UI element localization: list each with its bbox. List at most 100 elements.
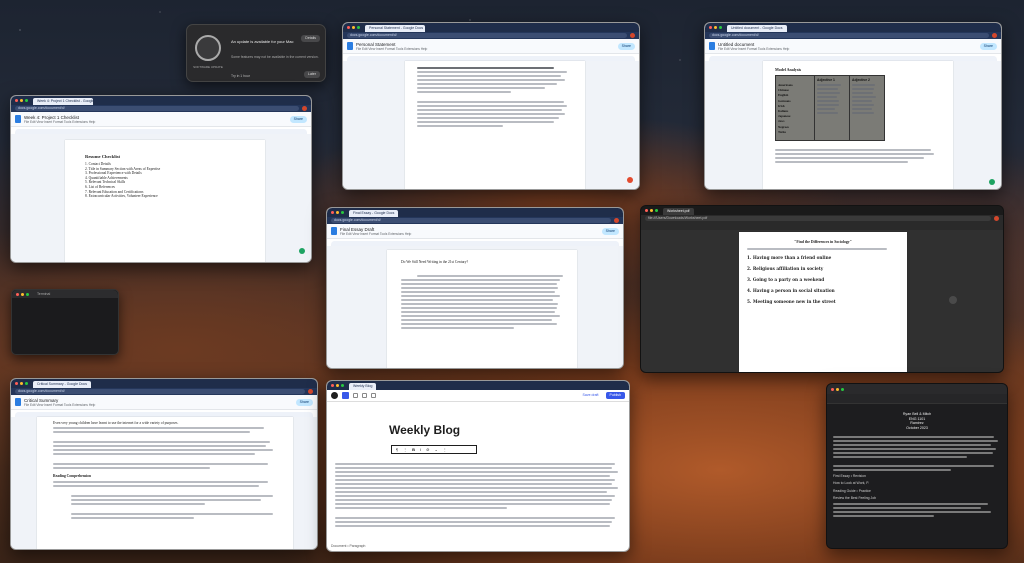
wordpress-logo-icon[interactable] <box>331 392 338 399</box>
docs-logo-icon <box>709 42 715 50</box>
avatar[interactable] <box>308 389 313 394</box>
address-bar[interactable]: file:///Users/Downloads/Worksheet.pdf <box>645 216 991 221</box>
pages-document[interactable]: Ryan Bell & Mitch ENG 1101 Ramirez October … <box>827 404 1007 548</box>
share-button[interactable]: Share <box>601 227 619 235</box>
share-button[interactable]: Share <box>979 42 997 50</box>
editor-header: Save draft Publish <box>327 390 629 402</box>
paragraph-icon[interactable]: ¶ <box>396 447 398 452</box>
browser-tab[interactable]: Worksheet.pdf <box>663 208 694 215</box>
post-title[interactable]: Weekly Blog <box>389 423 460 437</box>
browser-tab[interactable]: Critical Summary - Google Docs <box>33 381 91 388</box>
record-icon[interactable] <box>627 177 633 183</box>
save-draft-button[interactable]: Save draft <box>580 392 602 399</box>
block-toolbar[interactable]: ¶ ⋮ B I ⊘ ⌄ ⋮ <box>391 445 477 454</box>
window-critical-summary[interactable]: Critical Summary - Google Docs docs.goog… <box>10 378 318 550</box>
doc-menu[interactable]: File Edit View Insert Format Tools Exten… <box>718 47 789 51</box>
doc-menu[interactable]: File Edit View Insert Format Tools Exten… <box>356 47 427 51</box>
browser-tab[interactable]: Week 4: Project 1 Checklist - Google Doc… <box>33 98 93 105</box>
window-final-essay[interactable]: Final Essay - Google Docs docs.google.co… <box>326 207 624 369</box>
drag-icon[interactable]: ⋮ <box>403 447 407 452</box>
browser-tab[interactable]: Personal Statement - Google Docs <box>365 25 425 32</box>
avatar[interactable] <box>630 33 635 38</box>
address-bar[interactable]: docs.google.com/document/d/ <box>347 33 627 38</box>
avatar[interactable] <box>302 106 307 111</box>
share-button[interactable]: Share <box>289 115 307 123</box>
table-caption: Model Analysis <box>775 67 802 72</box>
scanned-table-image: Americans Chinese English Germans Irish Itali… <box>775 75 885 141</box>
pdf-heading: "Find the Differences in Sociology" <box>794 240 852 244</box>
browser-tab[interactable]: Final Essay - Google Docs <box>349 210 399 217</box>
update-notification[interactable]: SOFTWARE UPDATE An update is available f… <box>186 24 326 82</box>
pdf-question: 3. Going to a party on a weekend <box>747 277 825 282</box>
italic-icon[interactable]: I <box>420 447 421 452</box>
terminal-title: Terminal <box>37 292 51 296</box>
doc-menu[interactable]: File Edit View Insert Format Tools Exten… <box>340 232 411 236</box>
pencil-icon[interactable] <box>353 393 358 398</box>
app-caption: SOFTWARE UPDATE <box>193 65 223 69</box>
address-bar[interactable]: docs.google.com/document/d/ <box>331 218 611 223</box>
pdf-page[interactable]: "Find the Differences in Sociology" 1. H… <box>739 232 907 372</box>
post-body[interactable] <box>335 461 621 529</box>
undo-icon[interactable] <box>362 393 367 398</box>
details-button[interactable]: Details <box>301 35 320 42</box>
doc-page[interactable] <box>405 61 585 189</box>
pages-header-lines: Ryan Bell & Mitch ENG 1101 Ramirez October … <box>833 412 1001 430</box>
editor-footer: Document • Paragraph <box>331 544 366 548</box>
chat-icon[interactable] <box>989 179 995 185</box>
settings-gear-icon <box>195 35 221 61</box>
chat-icon[interactable] <box>299 248 305 254</box>
doc-page[interactable]: Resume Checklist 1. Contact Details 2. Ti… <box>65 140 265 262</box>
table-row-label: Turks <box>778 129 787 134</box>
summary-intro: Even very young children have learnt to … <box>53 421 179 425</box>
pages-toolbar[interactable] <box>827 394 1007 404</box>
next-page-icon[interactable] <box>949 296 957 304</box>
share-button[interactable]: Share <box>295 398 313 406</box>
checklist-heading: Resume Checklist <box>85 154 121 159</box>
docs-logo-icon <box>347 42 353 50</box>
address-bar[interactable]: docs.google.com/document/d/ <box>15 106 299 111</box>
add-block-icon[interactable] <box>342 392 349 399</box>
pages-line: How to Look at Work, P. <box>833 481 870 486</box>
try-later-checkbox[interactable]: Try in 1 hour <box>231 74 250 78</box>
window-pages-doc[interactable]: Ryan Bell & Mitch ENG 1101 Ramirez October … <box>826 383 1008 549</box>
address-bar[interactable]: docs.google.com/document/d/ <box>709 33 989 38</box>
link-icon[interactable]: ⊘ <box>426 447 429 452</box>
doc-menu[interactable]: File Edit View Insert Format Tools Exten… <box>24 403 95 407</box>
doc-canvas <box>343 61 639 189</box>
redo-icon[interactable] <box>371 393 376 398</box>
browser-tab[interactable]: Weekly Blog <box>349 383 377 390</box>
bold-icon[interactable]: B <box>412 447 415 452</box>
checklist: 1. Contact Details 2. Title in Summary Se… <box>85 162 245 199</box>
table-row-labels: Americans Chinese English Germans Irish Itali… <box>778 83 812 135</box>
window-terminal[interactable]: Terminal <box>11 289 119 355</box>
address-bar[interactable]: docs.google.com/document/d/ <box>15 389 305 394</box>
doc-page[interactable]: Model Analysis Americans Chinese English Ge… <box>763 61 953 189</box>
window-model-analysis[interactable]: Untitled document - Google Docs docs.goo… <box>704 22 1002 190</box>
doc-page[interactable]: Even very young children have learnt to … <box>37 417 293 549</box>
options-icon[interactable]: ⋮ <box>443 447 447 452</box>
more-icon[interactable]: ⌄ <box>435 447 438 452</box>
doc-canvas: Even very young children have learnt to … <box>11 417 317 549</box>
avatar[interactable] <box>994 216 999 221</box>
pages-line: Review the Best Feeling Job <box>833 495 876 500</box>
avatar[interactable] <box>992 33 997 38</box>
summary-subheading: Reading Comprehension <box>53 474 91 479</box>
docs-logo-icon <box>15 115 21 123</box>
share-button[interactable]: Share <box>617 42 635 50</box>
later-button[interactable]: Later <box>304 71 320 78</box>
window-pdf-viewer[interactable]: Worksheet.pdf file:///Users/Downloads/Wo… <box>640 205 1004 373</box>
doc-menu[interactable]: File Edit View Insert Format Tools Exten… <box>24 120 95 124</box>
pages-body-lines: First Essay • Revision How to Look at Wor… <box>833 474 1001 500</box>
browser-tab[interactable]: Untitled document - Google Docs <box>727 25 787 32</box>
pdf-question: 1. Having more than a friend online <box>747 255 832 260</box>
pdf-toolbar[interactable] <box>641 222 1003 230</box>
window-blog-editor[interactable]: Weekly Blog Save draft Publish Weekly Bl… <box>326 380 630 552</box>
pages-line: Reading Guide • Practice <box>833 488 871 493</box>
doc-page[interactable]: Do We Still Need Writing in the 21st Cen… <box>387 250 577 368</box>
checklist-item: 8. Extracurricular Activities, Volunteer… <box>85 194 158 199</box>
pdf-canvas: "Find the Differences in Sociology" 1. H… <box>641 230 1003 372</box>
window-personal-statement[interactable]: Personal Statement - Google Docs docs.go… <box>342 22 640 190</box>
avatar[interactable] <box>614 218 619 223</box>
window-checklist[interactable]: Week 4: Project 1 Checklist - Google Doc… <box>10 95 312 263</box>
publish-button[interactable]: Publish <box>605 392 625 399</box>
